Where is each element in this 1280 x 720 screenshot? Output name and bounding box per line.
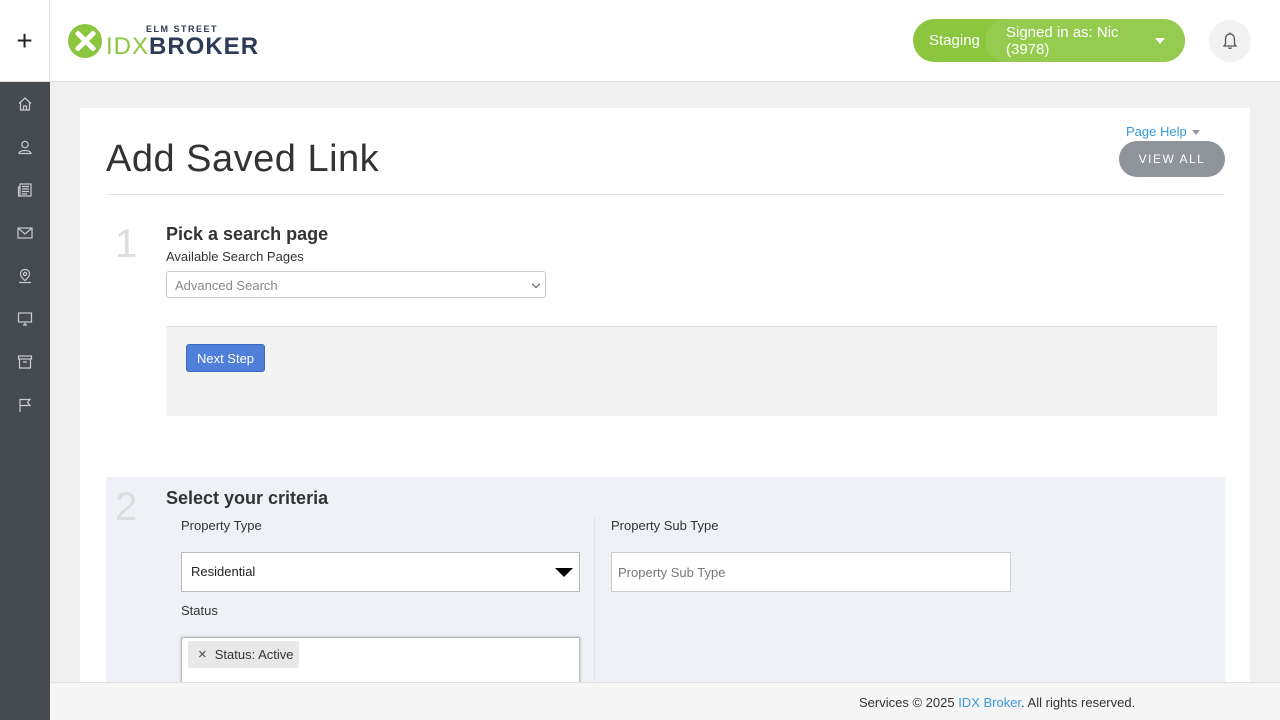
footer-rights: . All rights reserved. (1021, 695, 1136, 710)
page-help-link[interactable]: Page Help (1126, 124, 1200, 139)
logo-idx: IDX (106, 32, 150, 60)
step-1-number: 1 (115, 222, 138, 266)
property-type-label: Property Type (181, 518, 262, 533)
user-icon (18, 140, 32, 154)
add-button[interactable]: + (0, 0, 50, 82)
step-2-heading: Select your criteria (166, 488, 329, 508)
title-divider (106, 194, 1224, 195)
signed-in-label: Signed in as: Nic (3978) (1006, 23, 1119, 58)
newspaper-icon (17, 182, 32, 197)
step-1-heading: Pick a search page (166, 224, 329, 244)
top-bar: + ELM STREET IDXBROKER Staging Signed in… (0, 0, 1280, 82)
main-card: Page Help VIEW ALL Add Saved Link 1 Pick… (80, 108, 1250, 720)
view-all-button[interactable]: VIEW ALL (1119, 141, 1225, 177)
status-chip-label: Status: Active (214, 647, 294, 662)
property-sub-type-placeholder: Property Sub Type (618, 565, 726, 580)
chevron-down-icon (531, 279, 541, 289)
sidebar (0, 82, 50, 720)
search-page-selected: Advanced Search (175, 278, 278, 293)
caret-down-icon (1191, 130, 1200, 136)
search-page-select[interactable]: Advanced Search (166, 271, 546, 298)
next-step-button[interactable]: Next Step (186, 344, 265, 372)
triangle-down-icon (555, 568, 573, 577)
footer-idx-broker-link[interactable]: IDX Broker (958, 695, 1021, 710)
sidebar-item-email[interactable] (0, 211, 50, 254)
sidebar-item-design[interactable] (0, 297, 50, 340)
logo-x-icon (68, 24, 102, 58)
step-2-number: 2 (115, 485, 138, 529)
environment-label: Staging (929, 32, 980, 49)
notifications-button[interactable] (1209, 20, 1251, 62)
sidebar-item-maps[interactable] (0, 254, 50, 297)
home-icon (18, 96, 32, 111)
sidebar-item-leads[interactable] (0, 125, 50, 168)
map-pin-icon (19, 268, 31, 283)
property-sub-type-input[interactable]: Property Sub Type (611, 552, 1011, 592)
status-chip: × Status: Active (188, 641, 299, 668)
remove-chip-icon[interactable]: × (198, 646, 207, 663)
sidebar-item-listings[interactable] (0, 168, 50, 211)
envelope-icon (17, 226, 33, 239)
environment-pill: Staging Signed in as: Nic (3978) (913, 19, 1185, 62)
plus-icon: + (16, 25, 33, 56)
property-type-select[interactable]: Residential (181, 552, 580, 592)
sidebar-item-home[interactable] (0, 82, 50, 125)
step-1-actions: Next Step (166, 326, 1217, 416)
archive-icon (17, 354, 33, 369)
idx-broker-logo[interactable]: ELM STREET IDXBROKER (68, 22, 259, 60)
property-sub-type-label: Property Sub Type (611, 518, 719, 533)
footer-text: Services © 2025 IDX Broker. All rights r… (859, 695, 1135, 710)
property-type-value: Residential (191, 564, 256, 579)
page-help-label: Page Help (1126, 124, 1187, 139)
search-pages-label: Available Search Pages (166, 249, 304, 264)
monitor-icon (17, 311, 33, 326)
footer-copyright: Services © 2025 (859, 695, 959, 710)
caret-down-icon (1155, 37, 1165, 44)
page-title: Add Saved Link (106, 138, 380, 180)
footer: Services © 2025 IDX Broker. All rights r… (50, 682, 1280, 720)
flag-icon (19, 398, 32, 412)
sidebar-item-archive[interactable] (0, 340, 50, 383)
logo-broker: BROKER (149, 32, 260, 60)
status-label: Status (181, 603, 218, 618)
account-menu-button[interactable]: Signed in as: Nic (3978) (985, 19, 1185, 62)
sidebar-item-flag[interactable] (0, 383, 50, 426)
bell-icon (1222, 32, 1238, 50)
